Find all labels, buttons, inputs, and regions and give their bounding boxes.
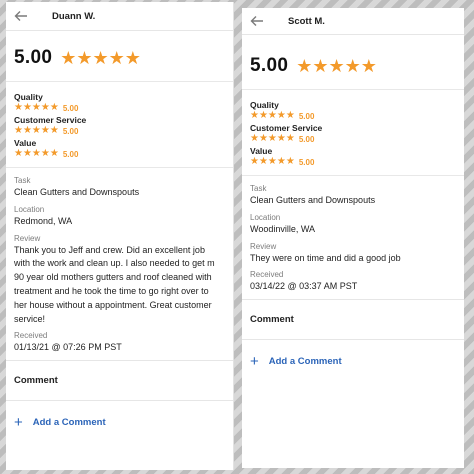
reviewer-name: Duann W. (52, 10, 96, 22)
rating-value: 5.00 (298, 111, 315, 121)
review-text-line: 90 year old mothers gutters and roof cle… (14, 272, 212, 283)
rating-value: 5.00 (298, 157, 315, 167)
review-details: Task Clean Gutters and Downspouts Locati… (242, 175, 464, 299)
star-icons: ★★★★★ (14, 102, 59, 113)
star-icons: ★★★★★ (14, 148, 59, 159)
reviewer-name: Scott M. (288, 15, 325, 27)
task-value: Clean Gutters and Downspouts (14, 187, 140, 197)
review-text-line: her house without a appointment. Great c… (14, 299, 212, 310)
task-value: Clean Gutters and Downspouts (250, 195, 376, 205)
review-label: Review (250, 241, 277, 251)
add-comment-button[interactable]: + Add a Comment (242, 340, 464, 383)
star-icons: ★★★★★ (14, 125, 59, 136)
back-arrow-icon[interactable] (14, 10, 28, 22)
rating-breakdown: Quality ★★★★★ 5.00 Customer Service ★★★★… (242, 89, 464, 175)
overall-stars-icon: ★★★★★ (296, 56, 377, 76)
add-comment-button[interactable]: + Add a Comment (6, 401, 233, 444)
review-text-line: Thank you to Jeff and crew. Did an excel… (14, 244, 205, 255)
rating-breakdown: Quality ★★★★★ 5.00 Customer Service ★★★★… (6, 81, 233, 167)
rating-label-customer-service: Customer Service (250, 123, 323, 133)
rating-row-quality: ★★★★★ 5.00 (14, 103, 225, 113)
rating-label-value: Value (250, 146, 273, 156)
add-comment-label: Add a Comment (268, 356, 342, 368)
overall-stars-icon: ★★★★★ (60, 48, 141, 68)
add-comment-label: Add a Comment (32, 417, 106, 429)
rating-value: 5.00 (62, 126, 79, 136)
overall-rating: 5.00 ★★★★★ (242, 55, 464, 77)
location-value: Redmond, WA (14, 215, 73, 226)
received-label: Received (14, 331, 48, 341)
comment-heading: Comment (242, 299, 464, 341)
review-text-line: They were on time and did a good job (250, 252, 401, 263)
review-card-left: Duann W. 5.00 ★★★★★ Quality ★★★★★ 5.00 C… (6, 2, 234, 470)
task-label: Task (14, 176, 31, 185)
star-icons: ★★★★★ (250, 110, 295, 121)
plus-icon: + (250, 353, 259, 371)
overall-score: 5.00 (14, 47, 53, 68)
rating-row-quality: ★★★★★ 5.00 (250, 111, 456, 121)
rating-label-quality: Quality (14, 92, 43, 102)
rating-row-customer-service: ★★★★★ 5.00 (250, 134, 456, 144)
location-value: Woodinville, WA (250, 223, 316, 234)
overall-score: 5.00 (250, 55, 289, 76)
review-details: Task Clean Gutters and Downspouts Locati… (6, 167, 233, 360)
review-text-line: with the work and clean up. I also neede… (14, 258, 215, 269)
rating-row-customer-service: ★★★★★ 5.00 (14, 126, 225, 136)
rating-label-value: Value (14, 138, 37, 148)
received-value: 03/14/22 @ 03:37 AM PST (250, 281, 358, 292)
rating-label-quality: Quality (250, 100, 279, 110)
received-value: 01/13/21 @ 07:26 PM PST (14, 342, 122, 353)
rating-value: 5.00 (62, 149, 79, 159)
back-arrow-icon[interactable] (250, 15, 264, 27)
rating-value: 5.00 (298, 134, 315, 144)
task-label: Task (250, 184, 267, 193)
star-icons: ★★★★★ (250, 133, 295, 144)
plus-icon: + (14, 414, 23, 432)
rating-label-customer-service: Customer Service (14, 115, 87, 125)
review-text-line: service! (14, 313, 46, 324)
star-icons: ★★★★★ (250, 156, 295, 167)
overall-rating: 5.00 ★★★★★ (6, 47, 233, 69)
rating-row-value: ★★★★★ 5.00 (14, 149, 225, 159)
received-label: Received (250, 270, 284, 280)
rating-value: 5.00 (62, 103, 79, 113)
rating-row-value: ★★★★★ 5.00 (250, 157, 456, 167)
review-label: Review (14, 233, 41, 243)
comment-heading: Comment (6, 360, 233, 402)
review-header: Scott M. (242, 8, 464, 35)
review-text-line: treatment and he took the time to go rig… (14, 285, 209, 296)
review-card-right: Scott M. 5.00 ★★★★★ Quality ★★★★★ 5.00 C… (242, 8, 464, 468)
location-label: Location (250, 212, 281, 222)
location-label: Location (14, 204, 45, 214)
review-header: Duann W. (6, 2, 233, 31)
